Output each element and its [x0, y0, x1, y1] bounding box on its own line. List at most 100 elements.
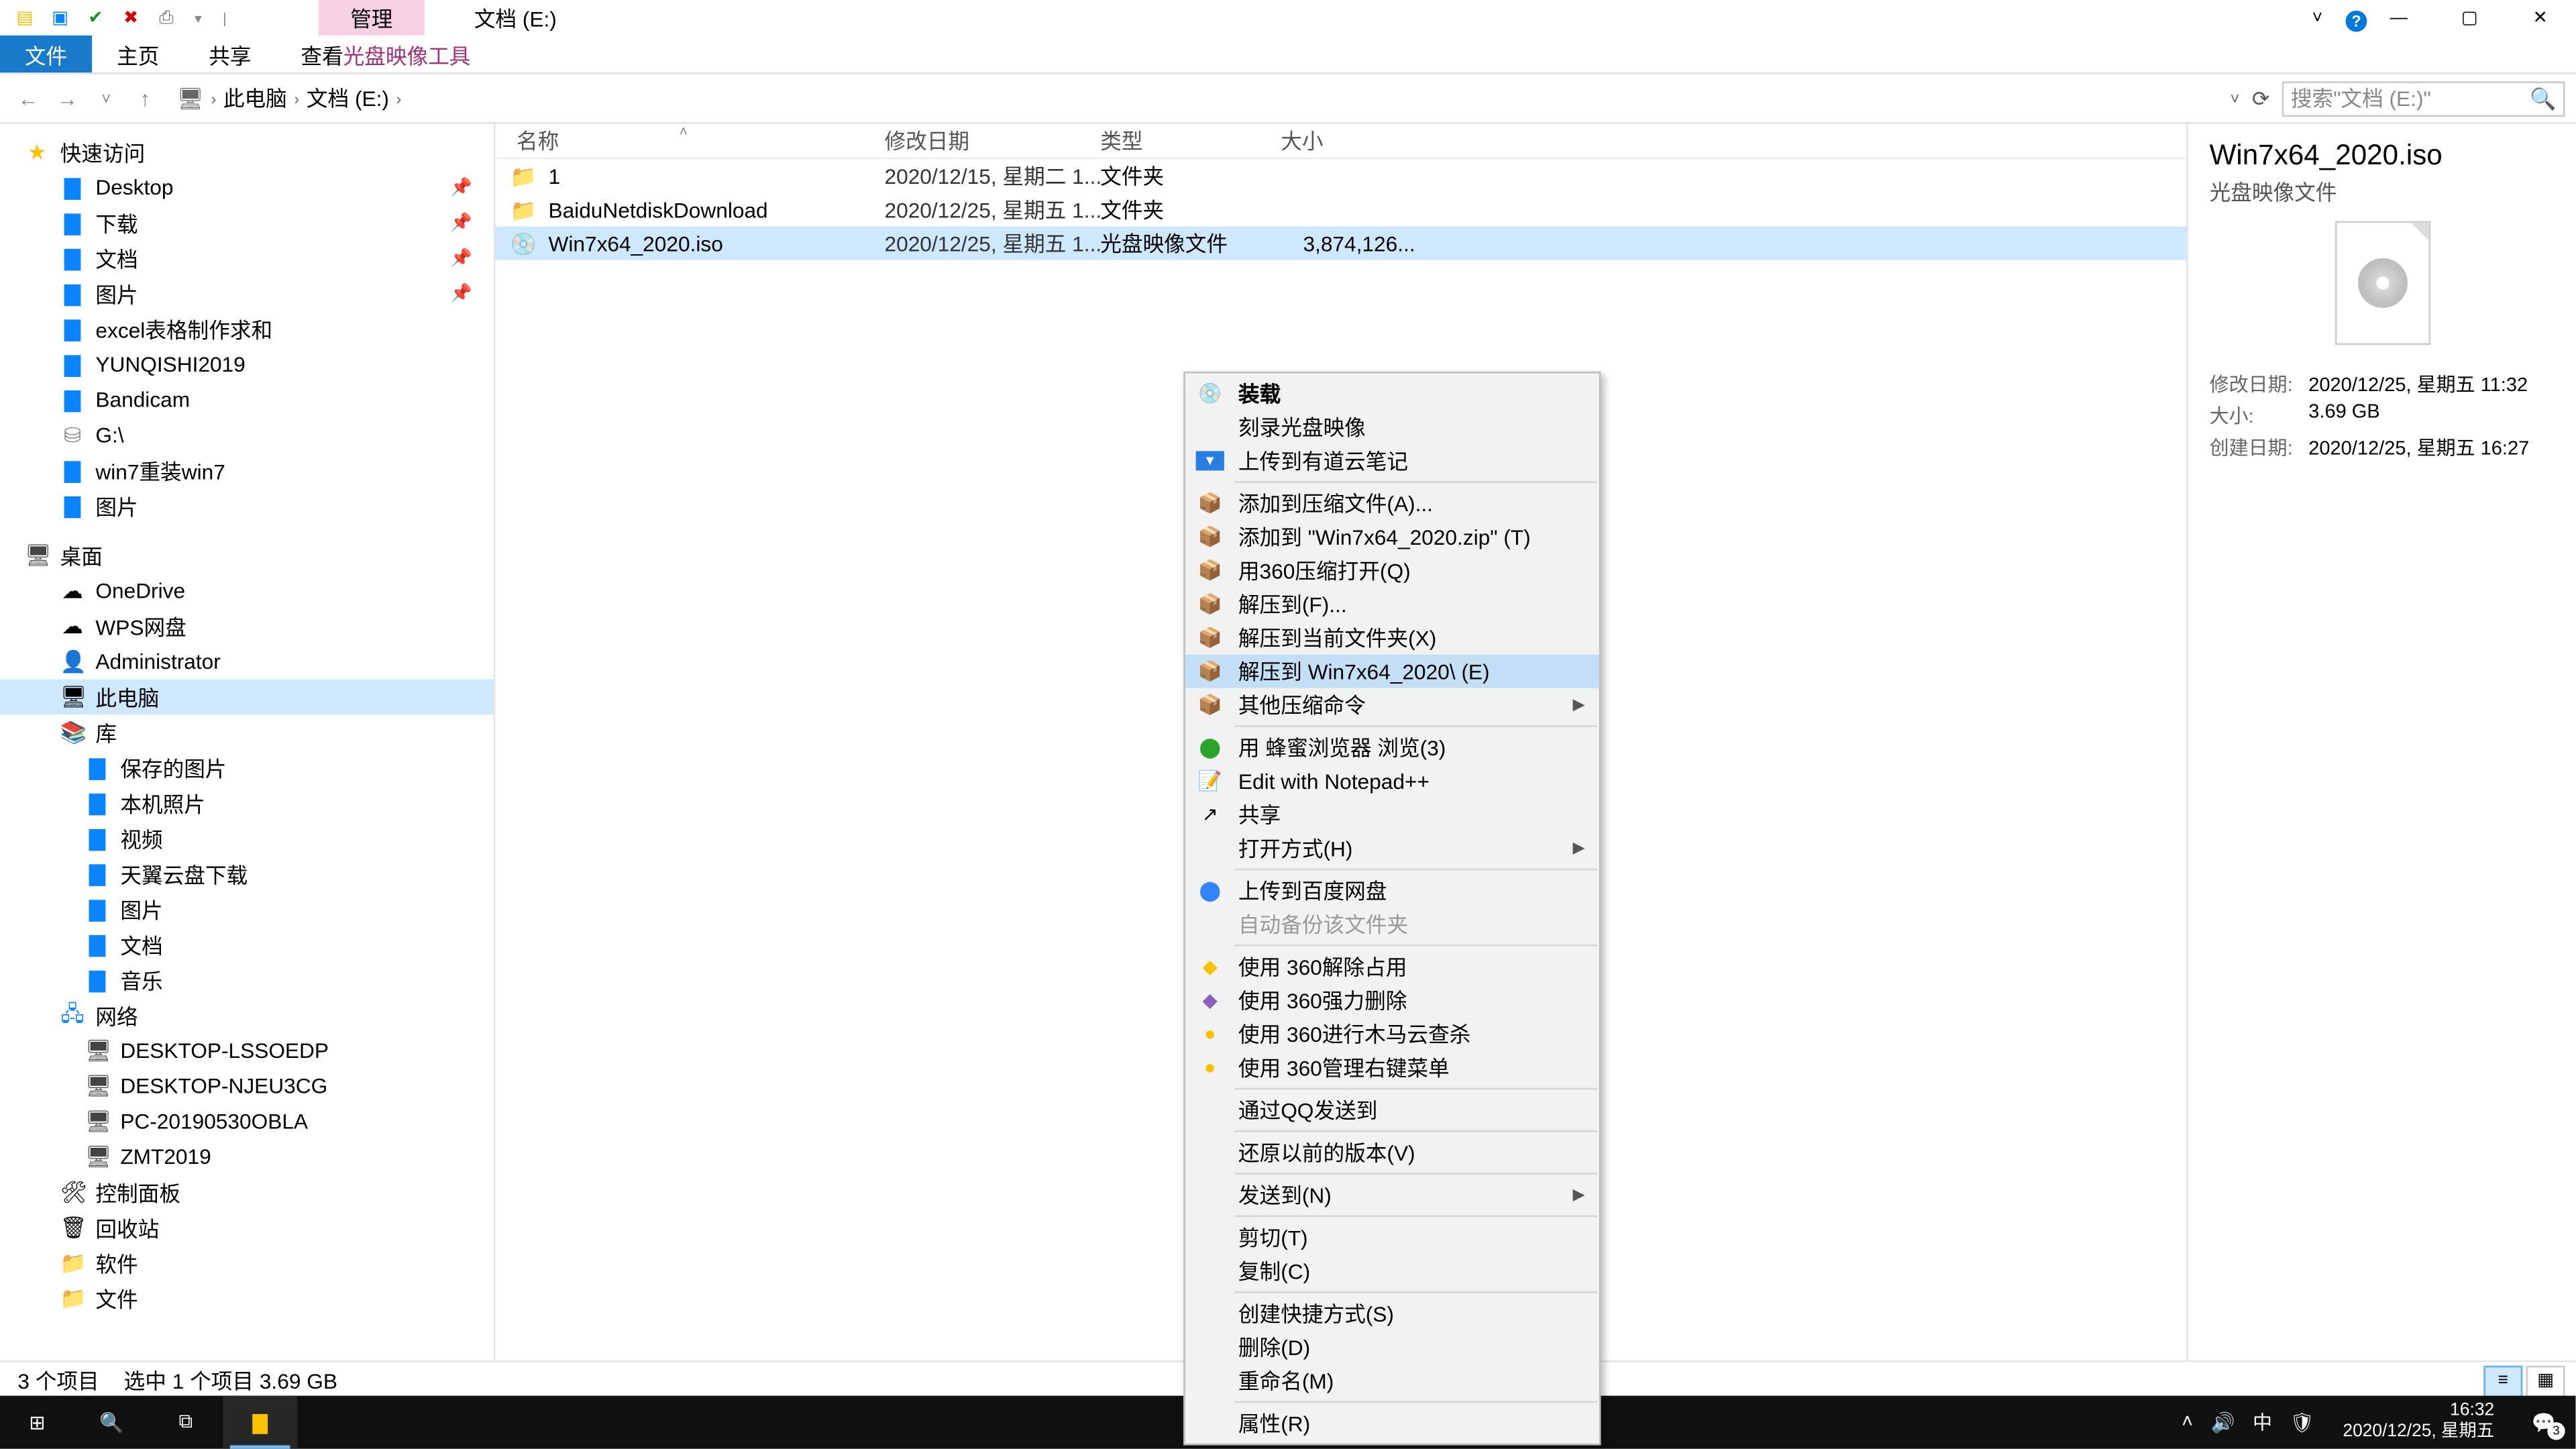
task-view-button[interactable]: ⧉ [149, 1396, 223, 1449]
sidebar-item[interactable]: ☁WPS网盘 [0, 608, 494, 644]
qat-close-icon[interactable]: ✖ [117, 3, 145, 32]
taskbar-clock[interactable]: 16:32 2020/12/25, 星期五 [2332, 1397, 2505, 1447]
sidebar-item[interactable]: ▇YUNQISHI2019 [0, 347, 494, 382]
ctx-youdao[interactable]: ▾上传到有道云笔记 [1185, 444, 1599, 478]
address-dropdown-icon[interactable]: ˅ [2231, 89, 2240, 107]
qat-dropdown-icon[interactable]: ▾ [195, 10, 202, 26]
ctx-360-trojan-scan[interactable]: ●使用 360进行木马云查杀 [1185, 1017, 1599, 1051]
sidebar-item[interactable]: 📁软件 [0, 1245, 494, 1281]
qat-check-icon[interactable]: ✔ [81, 3, 109, 32]
view-details-button[interactable]: ≡ [2483, 1364, 2522, 1396]
ctx-baidu[interactable]: ⬤上传到百度网盘 [1185, 874, 1599, 908]
navigation-tree[interactable]: ★快速访问▇Desktop📌▇下载📌▇文档📌▇图片📌▇excel表格制作求和▇Y… [0, 124, 495, 1360]
ctx-send-to[interactable]: 发送到(N)▶ [1185, 1178, 1599, 1212]
ribbon-collapse-icon[interactable]: ˅ [2282, 0, 2353, 36]
sidebar-item[interactable]: ▇天翼云盘下载 [0, 856, 494, 892]
ctx-extract-folder[interactable]: 📦解压到 Win7x64_2020\ (E) [1185, 655, 1599, 688]
sidebar-item[interactable]: 🖥桌面 [0, 538, 494, 574]
search-button[interactable]: 🔍 [74, 1396, 149, 1449]
sidebar-item[interactable]: ▇保存的图片 [0, 750, 494, 786]
breadcrumb-drive[interactable]: 文档 (E:) [307, 83, 389, 113]
start-button[interactable]: ⊞ [0, 1396, 74, 1449]
ctx-360-force-delete[interactable]: ◆使用 360强力删除 [1185, 983, 1599, 1017]
file-list[interactable]: 名称˄ 修改日期 类型 大小 📁 1 2020/12/15, 星期二 1... … [495, 124, 2186, 1360]
ctx-open-with[interactable]: 打开方式(H)▶ [1185, 831, 1599, 865]
tab-file[interactable]: 文件 [0, 36, 92, 72]
nav-back-button[interactable]: ← [11, 86, 46, 111]
tab-home[interactable]: 主页 [92, 36, 184, 72]
ctx-copy[interactable]: 复制(C) [1185, 1254, 1599, 1288]
sidebar-item[interactable]: ★快速访问 [0, 134, 494, 170]
col-size[interactable]: 大小 [1281, 125, 1426, 156]
sidebar-item[interactable]: ▇下载📌 [0, 205, 494, 241]
file-row[interactable]: 💿 Win7x64_2020.iso 2020/12/25, 星期五 1... … [495, 227, 2186, 260]
sidebar-item[interactable]: 🖥PC-20190530OBLA [0, 1104, 494, 1139]
ctx-restore[interactable]: 还原以前的版本(V) [1185, 1136, 1599, 1169]
sidebar-item[interactable]: ⛁G:\ [0, 417, 494, 453]
qat-print-icon[interactable]: ⎙ [152, 3, 180, 32]
tab-share[interactable]: 共享 [184, 36, 276, 72]
sidebar-item[interactable]: 🖥DESKTOP-LSSOEDP [0, 1033, 494, 1069]
sidebar-item[interactable]: ▇excel表格制作求和 [0, 311, 494, 347]
file-row[interactable]: 📁 BaiduNetdiskDownload 2020/12/25, 星期五 1… [495, 193, 2186, 226]
volume-icon[interactable]: 🔊 [2211, 1411, 2235, 1434]
sidebar-item[interactable]: ▇图片 [0, 892, 494, 927]
search-input[interactable]: 搜索"文档 (E:)" 🔍 [2282, 80, 2565, 116]
ctx-properties[interactable]: 属性(R) [1185, 1406, 1599, 1440]
sidebar-item[interactable]: ▇Bandicam [0, 382, 494, 418]
sidebar-item[interactable]: ▇文档 [0, 927, 494, 963]
notification-button[interactable]: 💬3 [2522, 1401, 2565, 1444]
breadcrumb[interactable]: 🖥 › 此电脑 › 文档 (E:) › [166, 83, 2226, 113]
ctx-qq-send[interactable]: 通过QQ发送到 [1185, 1093, 1599, 1127]
sidebar-item[interactable]: ▇本机照片 [0, 786, 494, 821]
sidebar-item[interactable]: 🖥DESKTOP-NJEU3CG [0, 1069, 494, 1104]
tray-up-icon[interactable]: ˄ [2182, 1411, 2193, 1433]
sidebar-item[interactable]: 🛠控制面板 [0, 1175, 494, 1210]
ctx-notepad[interactable]: 📝Edit with Notepad++ [1185, 764, 1599, 798]
ctx-rename[interactable]: 重命名(M) [1185, 1364, 1599, 1397]
ctx-360-menu[interactable]: ●使用 360管理右键菜单 [1185, 1051, 1599, 1084]
close-button[interactable]: ✕ [2505, 0, 2575, 36]
qat-folder-icon[interactable]: ▣ [46, 3, 74, 32]
col-type[interactable]: 类型 [1100, 125, 1281, 156]
ctx-cut[interactable]: 剪切(T) [1185, 1221, 1599, 1254]
chevron-right-icon[interactable]: › [294, 89, 299, 107]
minimize-button[interactable]: — [2363, 0, 2434, 36]
ctx-bee-browser[interactable]: ⬤用 蜂蜜浏览器 浏览(3) [1185, 731, 1599, 764]
ctx-360-unlock[interactable]: ◆使用 360解除占用 [1185, 950, 1599, 983]
ctx-delete[interactable]: 删除(D) [1185, 1330, 1599, 1364]
refresh-button[interactable]: ⟳ [2243, 86, 2279, 111]
sidebar-item[interactable]: 🖥此电脑 [0, 680, 494, 715]
ctx-extract-here[interactable]: 📦解压到当前文件夹(X) [1185, 621, 1599, 655]
chevron-right-icon[interactable]: › [396, 89, 401, 107]
col-date[interactable]: 修改日期 [885, 125, 1101, 156]
ime-indicator[interactable]: 中 [2253, 1408, 2272, 1436]
file-row[interactable]: 📁 1 2020/12/15, 星期二 1... 文件夹 [495, 159, 2186, 193]
sidebar-item[interactable]: ☁OneDrive [0, 573, 494, 608]
sidebar-item[interactable]: ▇Desktop📌 [0, 170, 494, 205]
chevron-right-icon[interactable]: › [211, 89, 216, 107]
sidebar-item[interactable]: 👤Administrator [0, 644, 494, 680]
sidebar-item[interactable]: ▇图片📌 [0, 276, 494, 311]
ctx-share[interactable]: ↗共享 [1185, 798, 1599, 831]
sidebar-item[interactable]: ▇图片 [0, 488, 494, 524]
ctx-burn[interactable]: 刻录光盘映像 [1185, 411, 1599, 444]
sidebar-item[interactable]: 🖧网络 [0, 998, 494, 1033]
search-icon[interactable]: 🔍 [2530, 86, 2556, 111]
sidebar-item[interactable]: 🗑回收站 [0, 1210, 494, 1246]
ctx-shortcut[interactable]: 创建快捷方式(S) [1185, 1297, 1599, 1330]
sidebar-item[interactable]: 📚库 [0, 714, 494, 750]
maximize-button[interactable]: ▢ [2434, 0, 2505, 36]
breadcrumb-this-pc[interactable]: 此电脑 [223, 83, 287, 113]
security-icon[interactable]: 🛡 [2290, 1411, 2314, 1434]
view-icons-button[interactable]: ▦ [2526, 1364, 2565, 1396]
sidebar-item[interactable]: ▇文档📌 [0, 241, 494, 276]
tab-iso-tools[interactable]: 光盘映像工具 [319, 36, 496, 76]
ctx-open-360zip[interactable]: 📦用360压缩打开(Q) [1185, 553, 1599, 587]
sidebar-item[interactable]: ▇视频 [0, 821, 494, 857]
nav-up-button[interactable]: ↑ [127, 86, 163, 111]
ctx-extract-to[interactable]: 📦解压到(F)... [1185, 587, 1599, 621]
ctx-mount[interactable]: 💿装载 [1185, 377, 1599, 411]
taskbar-explorer[interactable]: ▇ [223, 1396, 297, 1449]
nav-forward-button[interactable]: → [50, 86, 85, 111]
